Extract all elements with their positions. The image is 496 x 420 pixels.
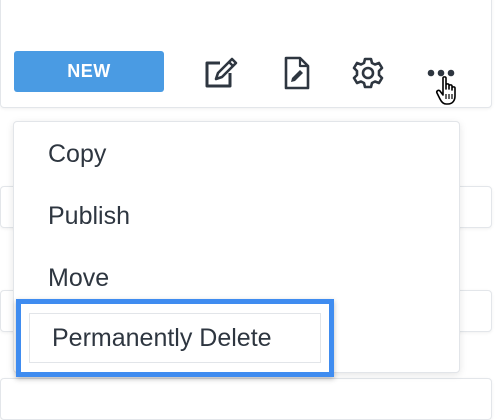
document-edit-icon[interactable] — [279, 56, 315, 90]
menu-item-publish[interactable]: Publish — [14, 188, 459, 244]
gear-icon[interactable] — [350, 56, 386, 90]
new-button[interactable]: NEW — [14, 51, 164, 92]
edit-icon[interactable] — [203, 56, 239, 90]
toolbar: NEW — [0, 0, 496, 110]
menu-item-copy[interactable]: Copy — [14, 126, 459, 182]
highlight-frame: Permanently Delete — [16, 299, 334, 377]
menu-item-move[interactable]: Move — [14, 250, 459, 306]
background-card — [0, 378, 492, 420]
hand-pointer-icon — [434, 75, 466, 107]
menu-item-permanently-delete[interactable]: Permanently Delete — [29, 313, 321, 363]
